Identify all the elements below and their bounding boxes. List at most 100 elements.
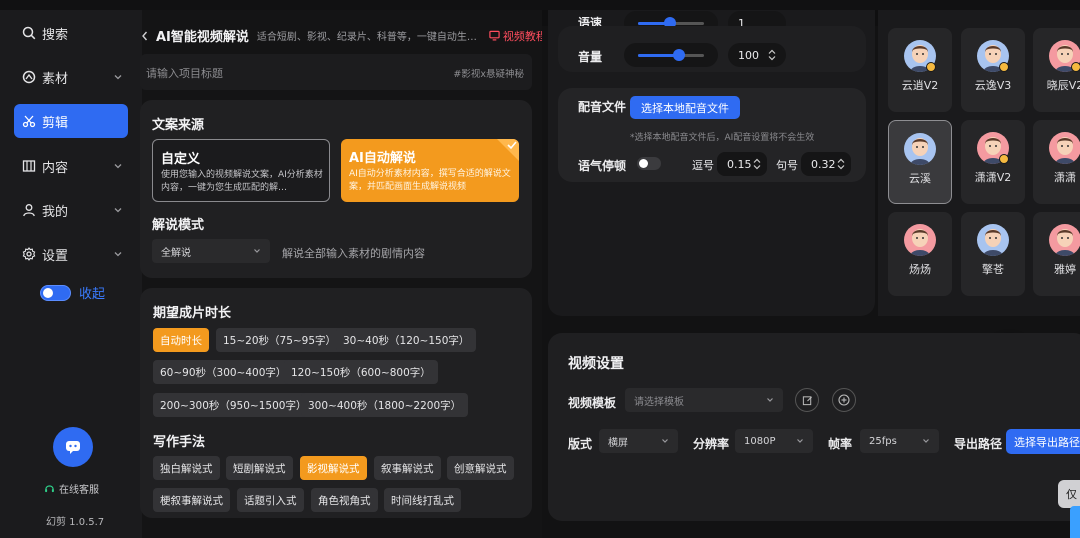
voice-card[interactable]: 雅婷 bbox=[1033, 212, 1080, 296]
pause-label: 语气停顿 bbox=[578, 159, 627, 173]
resolution-label: 分辨率 bbox=[693, 437, 730, 451]
sidebar-item-search[interactable]: 搜索 bbox=[14, 16, 128, 50]
edit-template-button[interactable] bbox=[795, 388, 819, 412]
duration-chip[interactable]: 120~150秒（600~800字） bbox=[284, 360, 438, 384]
style-chip[interactable]: 短剧解说式 bbox=[226, 456, 293, 480]
style-chip[interactable]: 角色视角式 bbox=[311, 488, 378, 512]
duration-chip[interactable]: 200~300秒（950~1500字） bbox=[153, 393, 314, 417]
voice-name: 云逸V3 bbox=[974, 79, 1012, 92]
volume-slider[interactable] bbox=[624, 43, 718, 67]
support-button[interactable] bbox=[53, 427, 93, 467]
layout-select[interactable]: 横屏 bbox=[599, 429, 678, 453]
mode-select[interactable]: 全解说 bbox=[152, 239, 270, 263]
volume-value: 100 bbox=[738, 48, 759, 62]
mode-title: 解说模式 bbox=[152, 218, 205, 233]
fps-label: 帧率 bbox=[828, 437, 853, 451]
voice-name: 晓辰V2 bbox=[1046, 79, 1080, 92]
style-chip[interactable]: 影视解说式 bbox=[300, 456, 367, 480]
chevron-down-icon bbox=[114, 164, 122, 169]
duration-chip[interactable]: 自动时长 bbox=[153, 328, 209, 352]
voice-card[interactable]: 晓辰V2 bbox=[1033, 28, 1080, 112]
generate-button[interactable]: 仅 bbox=[1058, 480, 1080, 508]
sidebar: 搜索 素材 剪辑 内容 我的 设置 收起 在线客服 幻剪 1.0.5.7 bbox=[0, 10, 142, 538]
mode-selected: 全解说 bbox=[161, 247, 191, 259]
project-title-input[interactable]: 请输入项目标题 #影视x悬疑神秘 bbox=[140, 54, 532, 90]
voice-card[interactable]: 擎苍 bbox=[961, 212, 1025, 296]
chevron-down-icon bbox=[254, 249, 260, 253]
voice-card[interactable]: 云逍V2 bbox=[888, 28, 952, 112]
comma-spinner[interactable]: 0.15 bbox=[717, 152, 767, 176]
add-template-button[interactable] bbox=[832, 388, 856, 412]
panel-header: AI智能视频解说 适合短剧、影视、纪录片、科普等，一键自动生… 视频教程 bbox=[140, 26, 547, 45]
back-chevron-icon[interactable] bbox=[140, 30, 150, 42]
scroll-accent bbox=[1070, 506, 1080, 538]
sidebar-item-settings[interactable]: 设置 bbox=[14, 237, 128, 271]
voice-avatar bbox=[1049, 224, 1080, 256]
voice-name: 云溪 bbox=[909, 172, 931, 185]
option-desc: AI自动分析素材内容，撰写合适的解说文案，并匹配画面生成解说视频 bbox=[349, 169, 511, 192]
voice-card[interactable]: 潇潇 bbox=[1033, 120, 1080, 204]
toggle-switch[interactable] bbox=[40, 284, 71, 301]
voice-card[interactable]: 云溪 bbox=[888, 120, 952, 204]
tutorial-label: 视频教程 bbox=[502, 29, 547, 43]
duration-chip[interactable]: 30~40秒（120~150字） bbox=[336, 328, 477, 352]
style-chip[interactable]: 梗叙事解说式 bbox=[153, 488, 230, 512]
sidebar-item-content[interactable]: 内容 bbox=[14, 149, 128, 183]
sidebar-item-label: 素材 bbox=[42, 71, 69, 87]
dubbing-block: 配音文件 选择本地配音文件 *选择本地配音文件后，AI配音设置将不会生效 语气停… bbox=[558, 88, 866, 182]
chevron-down-icon bbox=[797, 439, 803, 443]
choose-dub-file-button[interactable]: 选择本地配音文件 bbox=[630, 96, 740, 119]
tutorial-link[interactable]: 视频教程 bbox=[489, 28, 547, 44]
chat-bot-icon bbox=[66, 441, 80, 454]
template-label: 视频模板 bbox=[568, 396, 617, 410]
option-title: 自定义 bbox=[161, 152, 201, 167]
voice-card[interactable]: 云逸V3 bbox=[961, 28, 1025, 112]
style-chip[interactable]: 叙事解说式 bbox=[374, 456, 441, 480]
sidebar-item-label: 剪辑 bbox=[42, 115, 69, 131]
stepper-icon bbox=[837, 158, 845, 170]
voice-card[interactable]: 炀炀 bbox=[888, 212, 952, 296]
voice-name: 炀炀 bbox=[909, 263, 931, 276]
project-tag: #影视x悬疑神秘 bbox=[453, 69, 524, 80]
style-chip[interactable]: 独白解说式 bbox=[153, 456, 220, 480]
period-label: 句号 bbox=[776, 159, 798, 172]
sidebar-item-material[interactable]: 素材 bbox=[14, 60, 128, 94]
resolution-select[interactable]: 1080P bbox=[735, 429, 813, 453]
volume-spinner[interactable]: 100 bbox=[728, 43, 786, 67]
volume-block: 音量 100 bbox=[558, 26, 866, 72]
chevron-down-icon bbox=[114, 75, 122, 80]
voice-name: 潇潇V2 bbox=[974, 171, 1012, 184]
content-icon bbox=[20, 157, 38, 175]
duration-chip[interactable]: 60~90秒（300~400字） bbox=[153, 360, 294, 384]
voice-avatar bbox=[904, 224, 936, 256]
period-spinner[interactable]: 0.32 bbox=[801, 152, 851, 176]
premium-badge-icon bbox=[999, 62, 1009, 72]
comma-value: 0.15 bbox=[727, 157, 752, 171]
fps-select[interactable]: 25fps bbox=[860, 429, 939, 453]
chevron-down-icon bbox=[923, 439, 929, 443]
volume-label: 音量 bbox=[578, 50, 603, 64]
pause-toggle[interactable] bbox=[637, 157, 661, 170]
audio-settings-panel: 语速 1 音量 100 配音文件 选择本地配音文件 *选择本地配音文件后，AI配… bbox=[548, 10, 875, 316]
collapse-toggle[interactable]: 收起 bbox=[40, 283, 105, 302]
comma-label: 逗号 bbox=[692, 159, 714, 172]
choose-export-path-button[interactable]: 选择导出路径 bbox=[1006, 429, 1080, 454]
voice-card[interactable]: 潇潇V2 bbox=[961, 120, 1025, 204]
source-option-custom[interactable]: 自定义 使用您输入的视频解说文案，AI分析素材内容，一键为您生成匹配的解… bbox=[152, 139, 330, 202]
duration-style-card: 期望成片时长 自动时长 15~20秒（75~95字） 30~40秒（120~15… bbox=[140, 288, 532, 518]
fps-value: 25fps bbox=[869, 435, 897, 447]
video-settings-title: 视频设置 bbox=[568, 356, 624, 372]
volume-knob[interactable] bbox=[673, 49, 685, 61]
template-select[interactable]: 请选择模板 bbox=[625, 388, 783, 412]
duration-chip[interactable]: 15~20秒（75~95字） bbox=[216, 328, 344, 352]
support-link[interactable]: 在线客服 bbox=[44, 481, 99, 496]
option-desc: 使用您输入的视频解说文案，AI分析素材内容，一键为您生成匹配的解… bbox=[161, 170, 323, 193]
sidebar-item-edit[interactable]: 剪辑 bbox=[14, 104, 128, 138]
style-chip[interactable]: 时间线打乱式 bbox=[384, 488, 461, 512]
sidebar-item-mine[interactable]: 我的 bbox=[14, 193, 128, 227]
style-chip[interactable]: 话题引入式 bbox=[237, 488, 304, 512]
style-chip[interactable]: 创意解说式 bbox=[447, 456, 514, 480]
source-option-ai[interactable]: AI自动解说 AI自动分析素材内容，撰写合适的解说文案，并匹配画面生成解说视频 bbox=[341, 139, 519, 202]
duration-chip[interactable]: 300~400秒（1800~2200字） bbox=[301, 393, 469, 417]
support-label: 在线客服 bbox=[59, 485, 99, 496]
